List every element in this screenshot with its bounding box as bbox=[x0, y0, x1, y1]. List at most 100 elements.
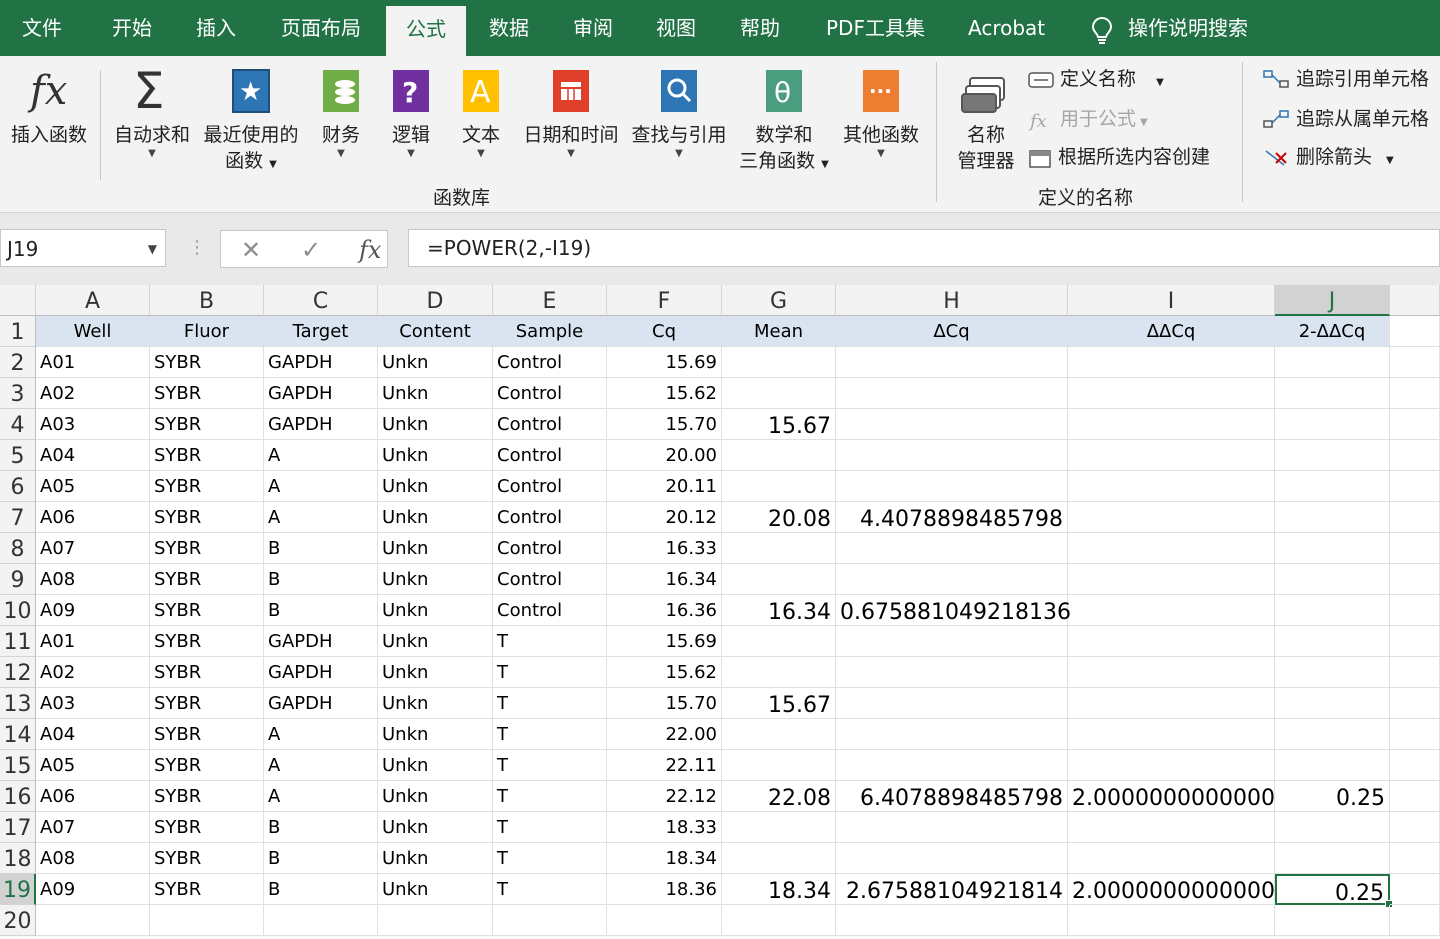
table-cell[interactable]: SYBR bbox=[150, 657, 264, 688]
table-cell[interactable]: SYBR bbox=[150, 812, 264, 843]
column-header-h[interactable]: H bbox=[836, 285, 1068, 316]
tell-me-search[interactable]: 操作说明搜索 bbox=[1090, 0, 1248, 56]
row-header[interactable]: 5 bbox=[0, 440, 36, 471]
table-cell[interactable]: SYBR bbox=[150, 347, 264, 378]
table-cell[interactable] bbox=[836, 378, 1068, 409]
table-cell[interactable]: A08 bbox=[36, 843, 150, 874]
table-cell[interactable]: B bbox=[264, 812, 378, 843]
table-cell[interactable] bbox=[1068, 471, 1275, 502]
table-cell[interactable]: T bbox=[493, 843, 607, 874]
table-cell[interactable] bbox=[1068, 564, 1275, 595]
table-cell[interactable]: SYBR bbox=[150, 626, 264, 657]
table-cell[interactable] bbox=[722, 750, 836, 781]
table-cell[interactable]: A03 bbox=[36, 409, 150, 440]
table-cell[interactable]: A02 bbox=[36, 657, 150, 688]
table-cell[interactable] bbox=[1068, 502, 1275, 533]
row-header[interactable]: 3 bbox=[0, 378, 36, 409]
header-cell[interactable]: Mean bbox=[722, 316, 836, 347]
table-cell[interactable]: A01 bbox=[36, 347, 150, 378]
table-cell[interactable]: GAPDH bbox=[264, 409, 378, 440]
table-cell[interactable] bbox=[722, 905, 836, 936]
empty-cell[interactable] bbox=[1390, 905, 1440, 936]
table-cell[interactable]: 2.67588104921814 bbox=[836, 874, 1068, 905]
column-header-a[interactable]: A bbox=[36, 285, 150, 316]
table-cell[interactable] bbox=[1068, 378, 1275, 409]
column-header-e[interactable]: E bbox=[493, 285, 607, 316]
table-cell[interactable]: A04 bbox=[36, 440, 150, 471]
header-cell[interactable]: ΔΔCq bbox=[1068, 316, 1275, 347]
table-cell[interactable]: Unkn bbox=[378, 719, 493, 750]
table-cell[interactable]: Control bbox=[493, 409, 607, 440]
row-header[interactable]: 19 bbox=[0, 874, 36, 905]
table-cell[interactable] bbox=[1068, 533, 1275, 564]
column-header-d[interactable]: D bbox=[378, 285, 493, 316]
table-cell[interactable]: A03 bbox=[36, 688, 150, 719]
formula-input[interactable]: =POWER(2,-I19) bbox=[408, 229, 1440, 267]
table-cell[interactable]: 20.00 bbox=[607, 440, 722, 471]
table-cell[interactable]: B bbox=[264, 874, 378, 905]
table-cell[interactable] bbox=[1275, 750, 1390, 781]
table-cell[interactable]: 15.69 bbox=[607, 347, 722, 378]
table-cell[interactable]: Unkn bbox=[378, 657, 493, 688]
table-cell[interactable]: 16.36 bbox=[607, 595, 722, 626]
header-cell[interactable]: Sample bbox=[493, 316, 607, 347]
table-cell[interactable]: Unkn bbox=[378, 781, 493, 812]
table-cell[interactable]: Unkn bbox=[378, 378, 493, 409]
table-cell[interactable]: B bbox=[264, 595, 378, 626]
table-cell[interactable] bbox=[1068, 409, 1275, 440]
column-header-f[interactable]: F bbox=[607, 285, 722, 316]
row-header[interactable]: 10 bbox=[0, 595, 36, 626]
table-cell[interactable]: A bbox=[264, 781, 378, 812]
tab-pdf-tools[interactable]: PDF工具集 bbox=[826, 0, 925, 56]
tab-review[interactable]: 审阅 bbox=[573, 0, 613, 56]
row-header[interactable]: 16 bbox=[0, 781, 36, 812]
table-cell[interactable]: T bbox=[493, 874, 607, 905]
table-cell[interactable] bbox=[836, 409, 1068, 440]
table-cell[interactable]: 22.00 bbox=[607, 719, 722, 750]
tab-data[interactable]: 数据 bbox=[489, 0, 529, 56]
empty-cell[interactable] bbox=[1390, 378, 1440, 409]
text-button[interactable]: A 文本 ▼ bbox=[456, 64, 506, 160]
name-box[interactable]: J19 ▼ bbox=[0, 229, 166, 267]
table-cell[interactable]: Unkn bbox=[378, 812, 493, 843]
table-cell[interactable] bbox=[836, 440, 1068, 471]
table-cell[interactable] bbox=[1275, 657, 1390, 688]
row-header[interactable]: 2 bbox=[0, 347, 36, 378]
table-cell[interactable]: 2.0000000000000 bbox=[1068, 781, 1275, 812]
table-cell[interactable] bbox=[1275, 440, 1390, 471]
table-cell[interactable]: 15.62 bbox=[607, 378, 722, 409]
empty-cell[interactable] bbox=[1390, 626, 1440, 657]
table-cell[interactable]: 15.70 bbox=[607, 688, 722, 719]
table-cell[interactable]: T bbox=[493, 781, 607, 812]
empty-cell[interactable] bbox=[1390, 812, 1440, 843]
table-cell[interactable] bbox=[150, 905, 264, 936]
table-cell[interactable] bbox=[1275, 378, 1390, 409]
table-cell[interactable]: Unkn bbox=[378, 502, 493, 533]
table-cell[interactable]: Unkn bbox=[378, 688, 493, 719]
table-cell[interactable] bbox=[722, 564, 836, 595]
table-cell[interactable]: 15.67 bbox=[722, 688, 836, 719]
table-cell[interactable] bbox=[1275, 595, 1390, 626]
empty-cell[interactable] bbox=[1390, 843, 1440, 874]
table-cell[interactable]: 20.11 bbox=[607, 471, 722, 502]
table-cell[interactable]: Control bbox=[493, 564, 607, 595]
tab-formulas[interactable]: 公式 bbox=[386, 6, 466, 56]
table-cell[interactable] bbox=[1275, 471, 1390, 502]
table-cell[interactable] bbox=[1068, 347, 1275, 378]
table-cell[interactable]: A06 bbox=[36, 502, 150, 533]
table-cell[interactable]: SYBR bbox=[150, 440, 264, 471]
empty-cell[interactable] bbox=[1390, 719, 1440, 750]
table-cell[interactable]: A01 bbox=[36, 626, 150, 657]
table-cell[interactable]: SYBR bbox=[150, 750, 264, 781]
tab-insert[interactable]: 插入 bbox=[196, 0, 236, 56]
column-header-c[interactable]: C bbox=[264, 285, 378, 316]
table-cell[interactable] bbox=[1275, 905, 1390, 936]
financial-button[interactable]: 财务 ▼ bbox=[316, 64, 366, 160]
row-header[interactable]: 17 bbox=[0, 812, 36, 843]
empty-cell[interactable] bbox=[1390, 316, 1440, 347]
header-cell[interactable]: Cq bbox=[607, 316, 722, 347]
empty-cell[interactable] bbox=[1390, 471, 1440, 502]
table-cell[interactable] bbox=[722, 347, 836, 378]
table-cell[interactable]: Unkn bbox=[378, 347, 493, 378]
table-cell[interactable]: 16.34 bbox=[607, 564, 722, 595]
